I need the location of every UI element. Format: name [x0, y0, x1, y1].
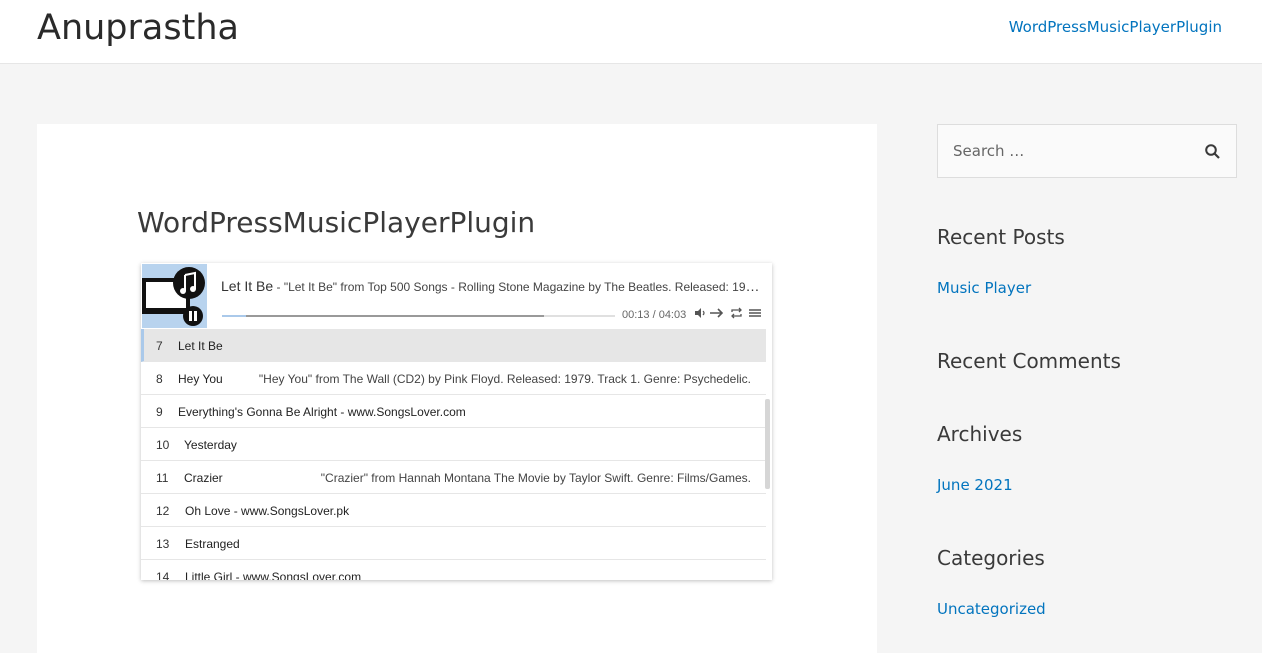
categories-title: Categories — [937, 546, 1045, 570]
playlist-track[interactable]: 14 Little Girl - www.SongsLover.com — [141, 560, 766, 580]
now-playing-description: - "Let It Be" from Top 500 Songs - Rolli… — [273, 280, 761, 294]
now-playing-title: Let It Be — [221, 278, 274, 294]
now-playing-text: Let It Be - "Let It Be" from Top 500 Son… — [221, 278, 761, 294]
recent-comments-title: Recent Comments — [937, 349, 1121, 373]
search-icon[interactable] — [1204, 143, 1222, 161]
playlist-track[interactable]: 11 Crazier "Crazier" from Hannah Montana T… — [141, 461, 766, 494]
laptop-music-icon — [142, 267, 205, 326]
playlist-track[interactable]: 8 Hey You "Hey You" from The Wall (CD2) by… — [141, 362, 766, 395]
progress-loaded — [222, 315, 544, 317]
track-name: Let It Be — [178, 339, 223, 353]
time-display: 00:13 / 04:03 — [622, 309, 687, 321]
recent-posts-title: Recent Posts — [937, 225, 1065, 249]
track-name: Everything's Gonna Be Alright - www.Song… — [178, 405, 466, 419]
player-header: Let It Be - "Let It Be" from Top 500 Son… — [141, 263, 772, 329]
category-link[interactable]: Uncategorized — [937, 600, 1046, 618]
site-header: Anuprastha WordPressMusicPlayerPlugin — [0, 0, 1262, 64]
page-title: WordPressMusicPlayerPlugin — [137, 206, 536, 239]
album-cover[interactable] — [142, 264, 207, 328]
music-player: Let It Be - "Let It Be" from Top 500 Son… — [141, 263, 772, 580]
track-number: 8 — [156, 372, 163, 386]
track-info: "Crazier" from Hannah Montana The Movie … — [320, 471, 751, 485]
playlist: 7 Let It Be 8 Hey You "Hey You" from The Wal… — [141, 329, 772, 580]
volume-icon[interactable] — [693, 307, 707, 323]
nav-link-music-player-plugin[interactable]: WordPressMusicPlayerPlugin — [1009, 18, 1222, 36]
track-number: 7 — [156, 339, 163, 353]
track-number: 12 — [156, 504, 170, 518]
playlist-scrollbar[interactable] — [765, 399, 770, 489]
search-input[interactable] — [939, 126, 1189, 176]
progress-played — [222, 315, 246, 317]
track-name: Little Girl - www.SongsLover.com — [185, 570, 362, 580]
shuffle-icon[interactable] — [710, 307, 724, 323]
track-info: "Hey You" from The Wall (CD2) by Pink Fl… — [258, 372, 751, 386]
progress-bar[interactable] — [222, 315, 615, 317]
track-name: Hey You — [178, 372, 223, 386]
track-number: 11 — [156, 471, 169, 485]
content-card: WordPressMusicPlayerPlugin Let It Be - "… — [37, 124, 877, 653]
site-title[interactable]: Anuprastha — [37, 8, 239, 48]
track-name: Crazier — [184, 471, 223, 485]
track-name: Estranged — [185, 537, 240, 551]
track-number: 10 — [156, 438, 170, 452]
archives-title: Archives — [937, 422, 1023, 446]
archive-link[interactable]: June 2021 — [937, 476, 1013, 494]
repeat-icon[interactable] — [729, 307, 743, 323]
playlist-track[interactable]: 7 Let It Be — [141, 329, 766, 362]
playlist-track[interactable]: 9 Everything's Gonna Be Alright - www.Son… — [141, 395, 766, 428]
playlist-icon[interactable] — [748, 307, 762, 323]
track-name: Yesterday — [184, 438, 237, 452]
track-name: Oh Love - www.SongsLover.pk — [185, 504, 350, 518]
search-form — [937, 124, 1237, 178]
playlist-track[interactable]: 12 Oh Love - www.SongsLover.pk — [141, 494, 766, 527]
recent-post-link[interactable]: Music Player — [937, 279, 1031, 297]
track-number: 13 — [156, 537, 170, 551]
track-number: 9 — [156, 405, 163, 419]
playlist-track[interactable]: 13 Estranged — [141, 527, 766, 560]
playlist-track[interactable]: 10 Yesterday — [141, 428, 766, 461]
track-number: 14 — [156, 570, 170, 580]
